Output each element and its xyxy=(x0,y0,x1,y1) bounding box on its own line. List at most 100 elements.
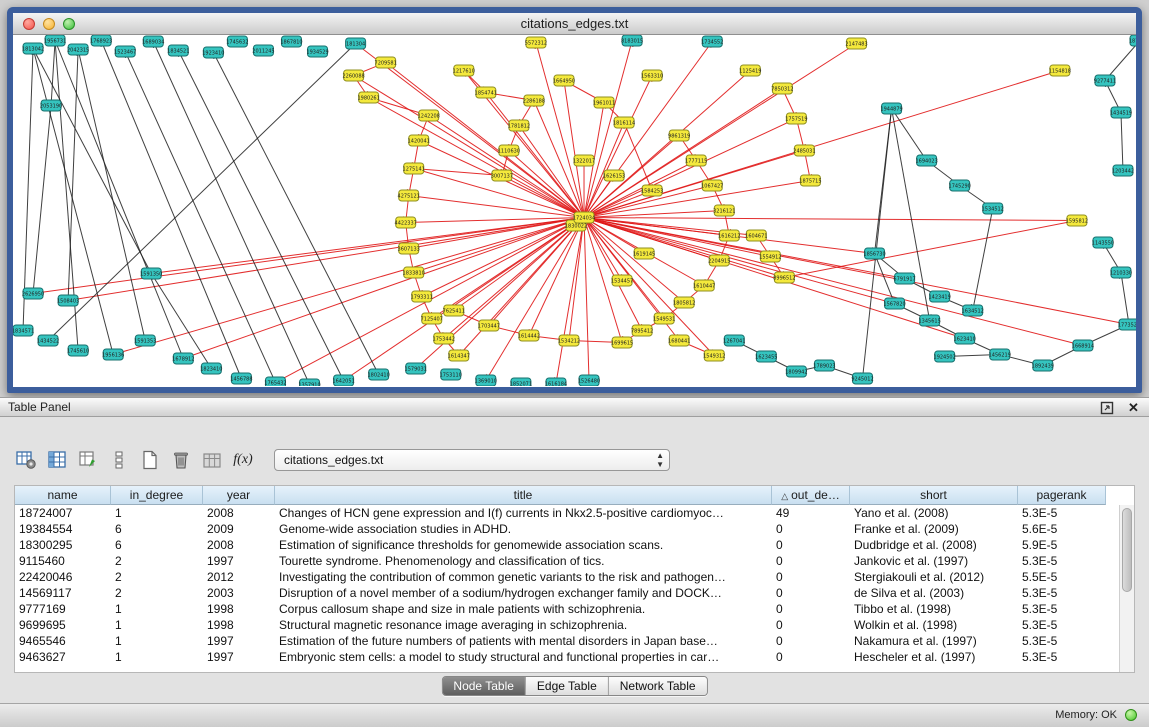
window-titlebar[interactable]: citations_edges.txt xyxy=(13,13,1136,35)
graph-node[interactable]: 1584253 xyxy=(641,185,663,196)
graph-node[interactable]: 2011245 xyxy=(252,45,274,56)
rows-icon[interactable] xyxy=(107,448,131,472)
cell-out_degree[interactable]: 0 xyxy=(772,601,850,617)
graph-node[interactable]: 1757519 xyxy=(785,113,807,124)
column-header-title[interactable]: title xyxy=(275,486,772,505)
cell-name[interactable]: 18300295 xyxy=(15,537,111,553)
cell-in_degree[interactable]: 1 xyxy=(111,617,203,633)
graph-node[interactable]: 1616184 xyxy=(545,378,567,386)
graph-node[interactable]: 1852071 xyxy=(510,378,532,386)
graph-node[interactable]: 7209581 xyxy=(375,57,397,68)
graph-node[interactable]: 1591353 xyxy=(134,335,156,346)
graph-node[interactable]: 3216121 xyxy=(713,205,735,216)
graph-node[interactable]: 1834571 xyxy=(13,325,34,336)
tab-edge-table[interactable]: Edge Table xyxy=(526,677,609,695)
graph-node[interactable]: 2147483 xyxy=(845,38,867,49)
graph-node[interactable]: 1217610 xyxy=(453,65,475,76)
graph-node[interactable]: 181304 xyxy=(346,38,366,49)
graph-node[interactable]: 1854741 xyxy=(475,87,497,98)
cell-short[interactable]: de Silva et al. (2003) xyxy=(850,585,1018,601)
import-table-icon[interactable] xyxy=(200,448,224,472)
cell-pagerank[interactable]: 5.3E-5 xyxy=(1018,649,1106,665)
table-row[interactable]: 2242004622012Investigating the contribut… xyxy=(15,569,1134,585)
graph-node[interactable]: 1456219 xyxy=(989,349,1011,360)
table-row[interactable]: 969969511998Structural magnetic resonanc… xyxy=(15,617,1134,633)
graph-node[interactable]: 1456788 xyxy=(230,373,252,384)
new-table-icon[interactable] xyxy=(138,448,162,472)
cell-name[interactable]: 22420046 xyxy=(15,569,111,585)
graph-node[interactable]: 1664950 xyxy=(553,75,575,86)
close-panel-icon[interactable]: ✕ xyxy=(1126,400,1141,415)
cell-title[interactable]: Changes of HCN gene expression and I(f) … xyxy=(275,505,772,521)
cell-out_degree[interactable]: 49 xyxy=(772,505,850,521)
graph-node[interactable]: 1626153 xyxy=(603,170,625,181)
graph-node[interactable]: 1619145 xyxy=(633,248,655,259)
cell-in_degree[interactable]: 6 xyxy=(111,521,203,537)
graph-node[interactable]: 1773521 xyxy=(1118,319,1136,330)
graph-node[interactable]: 1875715 xyxy=(799,175,821,186)
graph-node[interactable]: 1434519 xyxy=(1110,107,1132,118)
graph-node[interactable]: 1753442 xyxy=(433,333,455,344)
graph-node[interactable]: 2042315 xyxy=(67,44,89,55)
cell-in_degree[interactable]: 1 xyxy=(111,505,203,521)
table-options-icon[interactable] xyxy=(14,448,38,472)
scrollbar-thumb[interactable] xyxy=(1122,508,1132,592)
graph-node[interactable]: 1833810 xyxy=(403,267,425,278)
cell-short[interactable]: Hescheler et al. (1997) xyxy=(850,649,1018,665)
graph-node[interactable]: 1534512 xyxy=(982,203,1004,214)
table-vertical-scrollbar[interactable] xyxy=(1119,505,1134,672)
graph-node[interactable]: 1781812 xyxy=(508,120,530,131)
cell-out_degree[interactable]: 0 xyxy=(772,649,850,665)
cell-year[interactable]: 2012 xyxy=(203,569,275,585)
graph-node[interactable]: 7625411 xyxy=(443,305,465,316)
graph-node[interactable]: 1694023 xyxy=(915,155,937,166)
column-header-short[interactable]: short xyxy=(850,486,1018,505)
graph-node[interactable]: 1805812 xyxy=(673,297,695,308)
graph-node[interactable]: 1680441 xyxy=(668,335,690,346)
graph-node[interactable]: 4422337 xyxy=(395,217,417,228)
graph-node[interactable]: 1322017 xyxy=(573,155,595,166)
cell-short[interactable]: Yano et al. (2008) xyxy=(850,505,1018,521)
cell-in_degree[interactable]: 1 xyxy=(111,601,203,617)
graph-node[interactable]: 1154818 xyxy=(1049,65,1071,76)
cell-name[interactable]: 9777169 xyxy=(15,601,111,617)
tab-node-table[interactable]: Node Table xyxy=(442,677,526,695)
graph-node[interactable]: 3007137 xyxy=(491,170,513,181)
table-row[interactable]: 1938455462009Genome-wide association stu… xyxy=(15,521,1134,537)
cell-name[interactable]: 9699695 xyxy=(15,617,111,633)
graph-node[interactable]: 1934529 xyxy=(306,46,328,57)
graph-node[interactable]: 1623455 xyxy=(755,351,777,362)
graph-node[interactable]: 1980261 xyxy=(357,92,379,103)
graph-node[interactable]: 6791917 xyxy=(893,273,915,284)
graph-node[interactable]: 1067427 xyxy=(701,180,723,191)
graph-node[interactable]: 1892439 xyxy=(1032,360,1054,371)
graph-node[interactable]: 1802410 xyxy=(368,369,390,380)
cell-out_degree[interactable]: 0 xyxy=(772,585,850,601)
graph-node[interactable]: 8996512 xyxy=(773,272,795,283)
cell-title[interactable]: Corpus callosum shape and size in male p… xyxy=(275,601,772,617)
graph-node[interactable]: 8183015 xyxy=(621,35,643,46)
graph-node[interactable]: 1420041 xyxy=(408,135,430,146)
cell-out_degree[interactable]: 0 xyxy=(772,553,850,569)
cell-pagerank[interactable]: 5.3E-5 xyxy=(1018,585,1106,601)
column-header-out_degree[interactable]: △out_de… xyxy=(772,486,850,505)
graph-node[interactable]: 7895412 xyxy=(631,325,653,336)
cell-year[interactable]: 2008 xyxy=(203,537,275,553)
cell-year[interactable]: 1998 xyxy=(203,617,275,633)
tab-network-table[interactable]: Network Table xyxy=(609,677,707,695)
graph-node[interactable]: 1834521 xyxy=(167,45,189,56)
graph-node[interactable]: 1345615 xyxy=(918,315,940,326)
cell-out_degree[interactable]: 0 xyxy=(772,521,850,537)
close-window-button[interactable] xyxy=(23,18,35,30)
cell-year[interactable]: 1997 xyxy=(203,553,275,569)
function-builder-icon[interactable]: f(x) xyxy=(231,448,255,472)
cell-pagerank[interactable]: 5.3E-5 xyxy=(1018,505,1106,521)
graph-node[interactable]: 1614347 xyxy=(448,350,470,361)
graph-node[interactable]: 2626950 xyxy=(22,288,44,299)
graph-node[interactable]: 1734552 xyxy=(701,36,723,47)
cell-title[interactable]: Disruption of a novel member of a sodium… xyxy=(275,585,772,601)
cell-name[interactable]: 18724007 xyxy=(15,505,111,521)
graph-node[interactable]: 1678912 xyxy=(172,353,194,364)
graph-node[interactable]: 9277411 xyxy=(1094,75,1116,86)
graph-node[interactable]: 1724034 xyxy=(573,212,595,223)
